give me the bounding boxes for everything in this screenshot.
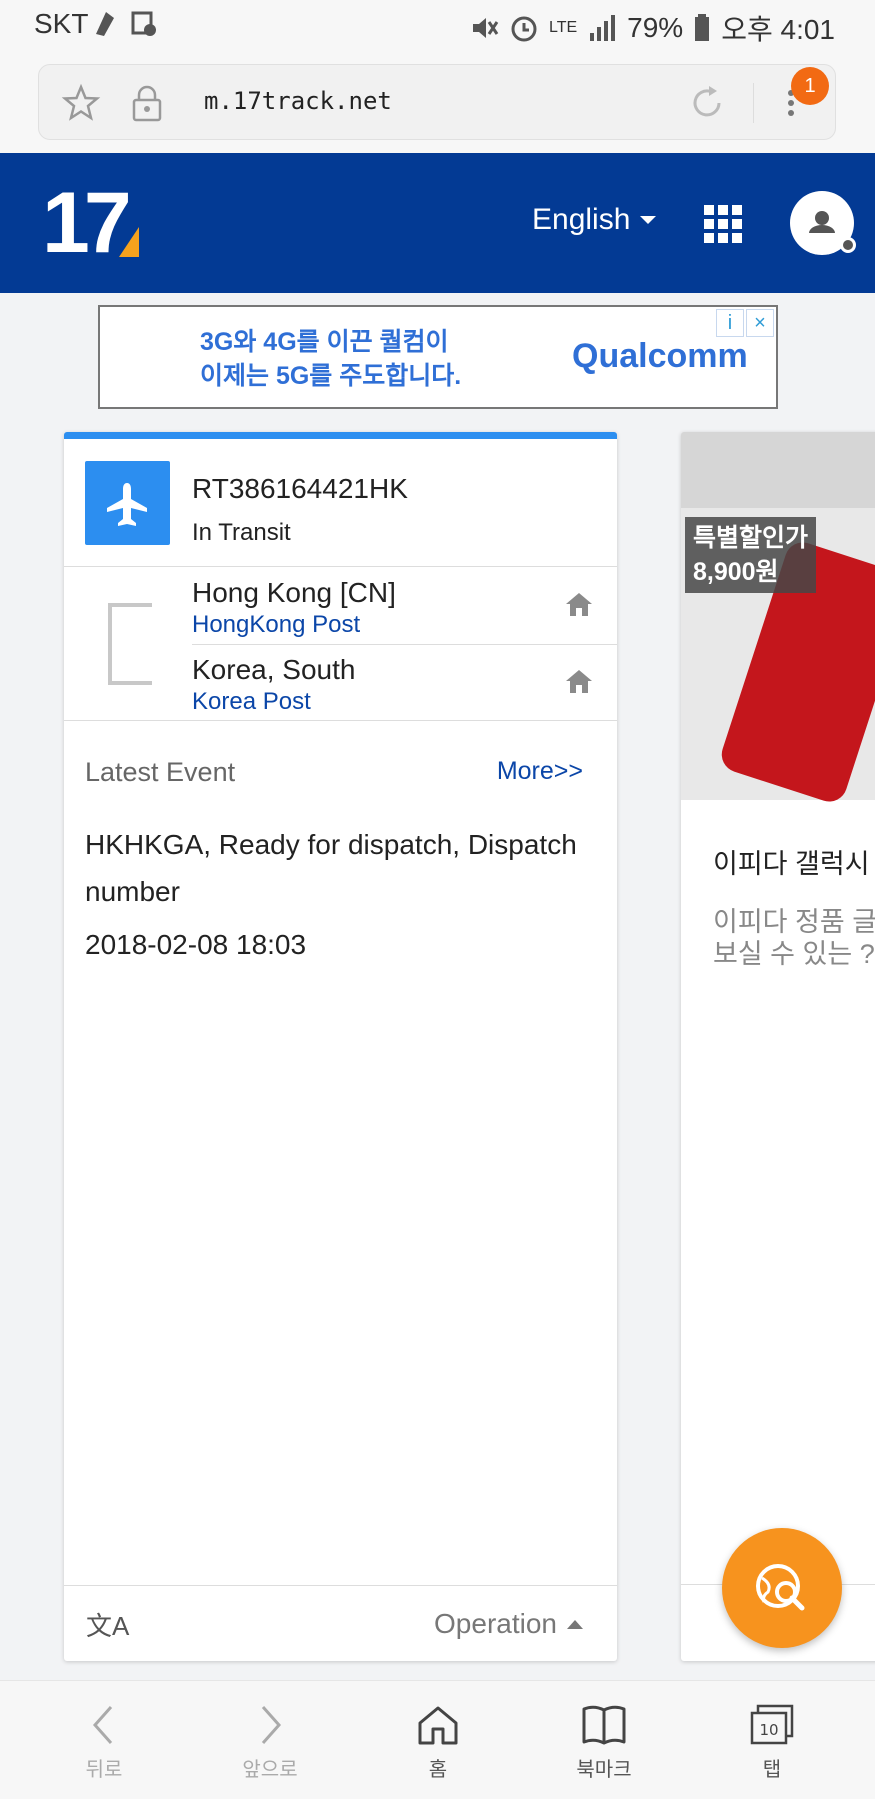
- tabs-icon: 10: [750, 1704, 794, 1745]
- ad-banner[interactable]: 3G와 4G를 이끈 퀄컴이 이제는 5G를 주도합니다. Qualcomm i…: [98, 305, 778, 409]
- star-icon[interactable]: [61, 83, 101, 123]
- tabs-button[interactable]: 10 탭: [712, 1703, 832, 1782]
- home-icon[interactable]: [565, 668, 593, 694]
- url-text[interactable]: m.17track.net: [204, 87, 392, 115]
- alarm-icon: [511, 16, 537, 42]
- destination-stop: Korea, South Korea Post: [192, 654, 355, 716]
- origin-stop: Hong Kong [CN] HongKong Post: [192, 577, 396, 639]
- transport-badge: [85, 461, 170, 545]
- chevron-left-icon: [92, 1706, 113, 1744]
- ad-line-1: 3G와 4G를 이끈 퀄컴이: [200, 328, 449, 356]
- origin-country: Hong Kong [CN]: [192, 577, 396, 608]
- tracking-header[interactable]: RT386164421HK In Transit: [64, 439, 617, 567]
- language-label: English: [532, 203, 631, 236]
- side-ad-description: 이피다 정품 글 보실 수 있는 ?: [713, 907, 875, 969]
- ad-line-2: 이제는 5G를 주도합니다.: [200, 362, 462, 390]
- mute-icon: [473, 18, 499, 38]
- tracking-number: RT386164421HK: [192, 473, 408, 504]
- status-dot: [840, 237, 856, 253]
- lock-icon: [132, 85, 162, 122]
- clock: 오후 4:01: [721, 14, 835, 45]
- network-label: LTE: [549, 19, 578, 36]
- bookmarks-button[interactable]: 북마크: [544, 1703, 664, 1782]
- apps-grid-icon[interactable]: [704, 205, 742, 243]
- search-fab[interactable]: [722, 1528, 842, 1648]
- status-bar: SKT LTE 79% 오후 4:01: [0, 0, 875, 50]
- route-connector: [108, 603, 152, 685]
- side-ad-title: 이피다 갤럭시: [713, 849, 870, 879]
- forward-label: 앞으로: [242, 1759, 298, 1781]
- back-button[interactable]: 뒤로: [44, 1703, 164, 1782]
- destination-carrier[interactable]: Korea Post: [192, 688, 355, 716]
- back-label: 뒤로: [85, 1759, 123, 1781]
- route-info: Hong Kong [CN] HongKong Post Korea, Sout…: [64, 567, 617, 721]
- promo-label: 특별할인가 8,900원: [685, 517, 817, 593]
- svg-text:10: 10: [759, 1721, 778, 1739]
- address-bar[interactable]: m.17track.net 1: [38, 64, 836, 140]
- language-selector[interactable]: English: [532, 203, 657, 237]
- info-icon[interactable]: i: [716, 309, 744, 337]
- book-icon: [582, 1705, 626, 1745]
- origin-carrier[interactable]: HongKong Post: [192, 611, 396, 639]
- card-footer: 文A Operation: [64, 1585, 617, 1661]
- home-icon[interactable]: [565, 591, 593, 617]
- side-ad-card[interactable]: 특별할인가 8,900원 이피다 갤럭시 이피다 정품 글 보실 수 있는 ?: [681, 432, 875, 1661]
- battery-percent: 79%: [627, 12, 684, 43]
- reload-icon[interactable]: [687, 83, 727, 123]
- globe-search-icon: [756, 1564, 805, 1611]
- logo-accent: [119, 227, 139, 257]
- operation-label: Operation: [434, 1608, 557, 1639]
- avatar[interactable]: [790, 191, 856, 255]
- more-link[interactable]: More>>: [497, 757, 583, 786]
- forward-button[interactable]: 앞으로: [210, 1703, 330, 1782]
- close-icon[interactable]: ×: [746, 309, 774, 337]
- ad-image: 특별할인가 8,900원: [681, 432, 875, 807]
- chevron-down-icon: [640, 216, 657, 224]
- notification-icon: [96, 12, 114, 36]
- screenshot-icon: [131, 11, 156, 36]
- notification-badge[interactable]: 1: [791, 67, 829, 105]
- home-button[interactable]: 홈: [378, 1703, 498, 1782]
- operation-button[interactable]: Operation: [434, 1608, 583, 1640]
- signal-icon: [590, 15, 616, 41]
- caret-up-icon: [567, 1619, 583, 1629]
- logo[interactable]: 17: [42, 180, 139, 266]
- destination-country: Korea, South: [192, 654, 356, 685]
- battery-icon: [695, 14, 710, 41]
- chevron-right-icon: [261, 1706, 282, 1744]
- carrier-label: SKT: [34, 8, 89, 39]
- bookmarks-label: 북마크: [576, 1759, 632, 1781]
- home-label: 홈: [428, 1759, 448, 1781]
- site-header: 17 English: [0, 153, 875, 293]
- tracking-status: In Transit: [192, 519, 291, 546]
- ad-brand: Qualcomm: [572, 337, 748, 375]
- airplane-icon: [107, 483, 147, 526]
- translate-icon[interactable]: 文A: [86, 1606, 129, 1643]
- home-icon: [418, 1706, 458, 1745]
- tracking-card: RT386164421HK In Transit Hong Kong [CN] …: [64, 432, 617, 1661]
- event-timestamp: 2018-02-08 18:03: [85, 929, 307, 960]
- event-description: HKHKGA, Ready for dispatch, Dispatch num…: [85, 829, 577, 907]
- browser-toolbar: m.17track.net 1: [0, 50, 875, 153]
- latest-event-label: Latest Event: [85, 757, 236, 787]
- tabs-label: 탭: [762, 1759, 782, 1781]
- browser-bottom-nav: 뒤로 앞으로 홈 북마크 10 탭: [0, 1680, 875, 1799]
